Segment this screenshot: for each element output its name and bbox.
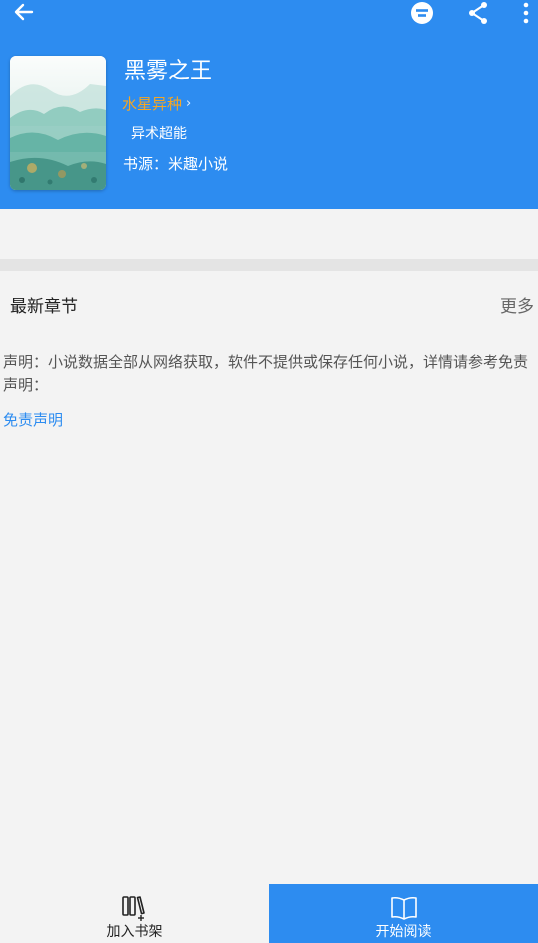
disclaimer-text: 声明：小说数据全部从网络获取，软件不提供或保存任何小说，详情请参考免责声明： bbox=[3, 353, 529, 394]
more-vertical-icon bbox=[522, 1, 530, 29]
share-icon bbox=[466, 1, 490, 29]
book-cover-image[interactable] bbox=[10, 56, 106, 190]
book-title: 黑雾之王 bbox=[124, 59, 213, 84]
book-intro-area bbox=[0, 209, 538, 259]
add-to-shelf-button[interactable]: 加入书架 bbox=[0, 884, 269, 943]
book-category-tag: 异术超能 bbox=[131, 126, 187, 142]
chevron-right-icon: › bbox=[186, 95, 192, 111]
disclaimer-link[interactable]: 免责声明 bbox=[3, 409, 63, 430]
more-options-button[interactable] bbox=[514, 0, 538, 30]
book-author: 水星异种 bbox=[122, 94, 183, 113]
latest-chapters-row: 最新章节 更多 bbox=[0, 271, 538, 331]
back-button[interactable] bbox=[4, 0, 44, 28]
filter-circle-icon bbox=[410, 1, 434, 29]
latest-chapters-heading: 最新章节 bbox=[10, 297, 78, 317]
open-book-icon bbox=[389, 894, 419, 922]
bookshelf-add-icon bbox=[120, 894, 150, 922]
more-chapters-link[interactable]: 更多 bbox=[500, 292, 534, 317]
start-reading-button[interactable]: 开始阅读 bbox=[269, 884, 538, 943]
book-source[interactable]: 书源：米趣小说 bbox=[123, 153, 228, 174]
add-to-shelf-label: 加入书架 bbox=[106, 924, 163, 940]
book-detail-header: 黑雾之王 水星异种 › 异术超能 书源：米趣小说 bbox=[0, 0, 538, 209]
author-link[interactable]: 水星异种 › bbox=[122, 92, 191, 114]
section-divider bbox=[0, 259, 538, 271]
arrow-left-icon bbox=[12, 1, 36, 27]
share-button[interactable] bbox=[462, 0, 494, 30]
bottom-action-bar: 加入书架 开始阅读 bbox=[0, 884, 538, 943]
filter-button[interactable] bbox=[406, 0, 438, 30]
start-reading-label: 开始阅读 bbox=[375, 924, 432, 940]
